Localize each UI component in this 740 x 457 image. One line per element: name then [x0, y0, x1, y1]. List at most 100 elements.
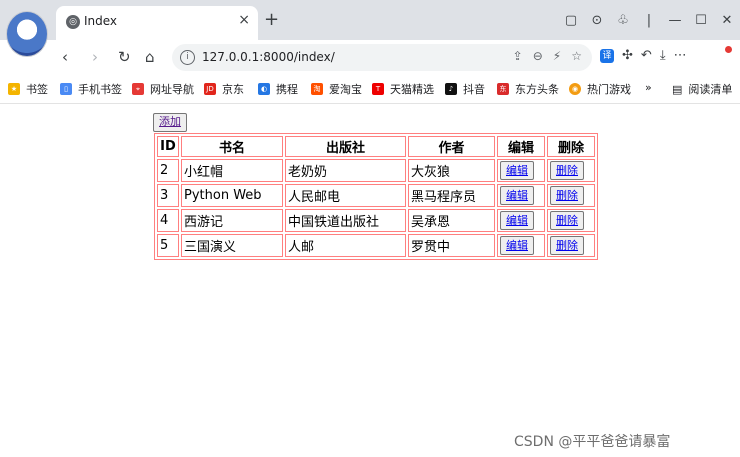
cell-delete: 删除 [547, 234, 595, 257]
bookmark-item[interactable]: T 天猫精选 [372, 81, 434, 97]
shirt-icon[interactable]: ♧ [610, 13, 636, 28]
cell-edit: 编辑 [497, 159, 545, 182]
tab-strip: ◎ Index × + ▢ ⊙ ♧ | — ☐ ✕ [0, 0, 740, 40]
tab-title: Index [84, 14, 118, 28]
site-info-icon[interactable]: i [180, 50, 195, 65]
table-row: 2 小红帽 老奶奶 大灰狼 编辑 删除 [157, 159, 595, 182]
delete-button[interactable]: 删除 [550, 186, 584, 205]
cell-publisher: 人民邮电 [285, 184, 406, 207]
more-bookmarks-button[interactable]: » [645, 81, 652, 94]
bookmark-item[interactable]: ▯ 手机书签 [60, 81, 122, 97]
books-table: ID 书名 出版社 作者 编辑 删除 2 小红帽 老奶奶 大灰狼 编辑 删除 3… [154, 133, 598, 260]
edit-button[interactable]: 编辑 [500, 161, 534, 180]
cell-delete: 删除 [547, 159, 595, 182]
taobao-icon: 淘 [311, 83, 323, 95]
home-icon[interactable]: ⌂ [145, 48, 155, 66]
cell-edit: 编辑 [497, 209, 545, 232]
back-icon[interactable]: ‹ [62, 48, 68, 66]
game-icon: ◉ [569, 83, 581, 95]
extensions-icon[interactable]: ✣ [622, 48, 633, 63]
bolt-icon[interactable]: ⚡ [553, 49, 561, 63]
bookmark-item[interactable]: ♪ 抖音 [445, 81, 485, 97]
download-icon[interactable]: ⤓ [660, 48, 666, 63]
cell-edit: 编辑 [497, 234, 545, 257]
undo-icon[interactable]: ↶ [641, 48, 652, 63]
url-text[interactable]: 127.0.0.1:8000/index/ [202, 50, 335, 64]
forward-icon[interactable]: › [92, 48, 98, 66]
table-header-row: ID 书名 出版社 作者 编辑 删除 [157, 136, 595, 157]
minimize-icon[interactable]: — [662, 13, 688, 28]
game-controller-icon[interactable]: ⊙ [584, 13, 610, 28]
navigation-icon: ⌖ [132, 83, 144, 95]
cell-publisher: 人邮 [285, 234, 406, 257]
delete-button[interactable]: 删除 [550, 211, 584, 230]
table-row: 3 Python Web 人民邮电 黑马程序员 编辑 删除 [157, 184, 595, 207]
edit-button[interactable]: 编辑 [500, 186, 534, 205]
delete-button[interactable]: 删除 [550, 236, 584, 255]
header-edit: 编辑 [497, 136, 545, 157]
active-tab[interactable]: ◎ Index × [56, 6, 258, 40]
cell-author: 黑马程序员 [408, 184, 495, 207]
ctrip-icon: ◐ [258, 83, 270, 95]
tab-search-icon[interactable]: ▢ [558, 13, 584, 28]
menu-icon[interactable]: ⋯ [674, 48, 687, 63]
cell-id: 4 [157, 209, 179, 232]
address-bar[interactable]: i 127.0.0.1:8000/index/ ⇪ ⊖ ⚡ ☆ [172, 44, 592, 71]
phone-icon: ▯ [60, 83, 72, 95]
jd-icon: JD [204, 83, 216, 95]
bookmark-star-icon[interactable]: ☆ [571, 49, 582, 63]
page-content: 添加 ID 书名 出版社 作者 编辑 删除 2 小红帽 老奶奶 大灰狼 编辑 删… [0, 105, 740, 457]
reload-icon[interactable]: ↻ [118, 48, 131, 66]
browser-toolbar: ‹ › ↻ ⌂ i 127.0.0.1:8000/index/ ⇪ ⊖ ⚡ ☆ … [0, 40, 740, 74]
cell-edit: 编辑 [497, 184, 545, 207]
cell-name: Python Web [181, 184, 283, 207]
tmall-icon: T [372, 83, 384, 95]
cell-publisher: 老奶奶 [285, 159, 406, 182]
header-publisher: 出版社 [285, 136, 406, 157]
header-id: ID [157, 136, 179, 157]
cell-id: 2 [157, 159, 179, 182]
tab-close-icon[interactable]: × [238, 12, 250, 28]
toolbar-actions: 译 ✣ ↶ ⤓ ⋯ [600, 48, 687, 63]
bookmark-item[interactable]: ⌖ 网址导航 [132, 81, 194, 97]
bookmarks-bar: ★ 书签 ▯ 手机书签 ⌖ 网址导航 JD 京东 ◐ 携程 淘爱淘宝 T 天猫精选 ♪ 抖音 … [0, 74, 740, 104]
table-row: 4 西游记 中国铁道出版社 吴承恩 编辑 删除 [157, 209, 595, 232]
header-delete: 删除 [547, 136, 595, 157]
cell-name: 三国演义 [181, 234, 283, 257]
watermark: CSDN @平平爸爸请暴富 [514, 434, 671, 450]
cell-delete: 删除 [547, 184, 595, 207]
bookmark-item[interactable]: 淘爱淘宝 [311, 81, 362, 97]
maximize-icon[interactable]: ☐ [688, 13, 714, 28]
edit-button[interactable]: 编辑 [500, 236, 534, 255]
window-controls: ▢ ⊙ ♧ | — ☐ ✕ [558, 6, 740, 34]
cell-delete: 删除 [547, 209, 595, 232]
reading-list-icon: ▤ [672, 82, 683, 96]
translate-icon[interactable]: 译 [600, 48, 614, 63]
cell-name: 西游记 [181, 209, 283, 232]
cell-author: 大灰狼 [408, 159, 495, 182]
cell-publisher: 中国铁道出版社 [285, 209, 406, 232]
reading-list-button[interactable]: ▤ 阅读清单 [672, 81, 732, 97]
zoom-icon[interactable]: ⊖ [533, 49, 543, 63]
share-icon[interactable]: ⇪ [513, 49, 523, 63]
delete-button[interactable]: 删除 [550, 161, 584, 180]
cell-author: 罗贯中 [408, 234, 495, 257]
bookmark-item[interactable]: JD 京东 [204, 81, 244, 97]
star-icon: ★ [8, 83, 20, 95]
close-window-icon[interactable]: ✕ [714, 13, 740, 28]
douyin-icon: ♪ [445, 83, 457, 95]
toutiao-icon: 东 [497, 83, 509, 95]
profile-avatar[interactable] [6, 11, 48, 57]
address-bar-actions: ⇪ ⊖ ⚡ ☆ [513, 49, 582, 63]
bookmark-item[interactable]: 东东方头条 [497, 81, 559, 97]
new-tab-button[interactable]: + [264, 10, 279, 30]
cell-id: 3 [157, 184, 179, 207]
bookmark-item[interactable]: ◐ 携程 [258, 81, 298, 97]
site-favicon-icon: ◎ [66, 15, 80, 29]
bookmark-item[interactable]: ◉ 热门游戏 [569, 81, 631, 97]
header-name: 书名 [181, 136, 283, 157]
add-button[interactable]: 添加 [153, 113, 187, 132]
header-author: 作者 [408, 136, 495, 157]
bookmark-item[interactable]: ★ 书签 [8, 81, 48, 97]
edit-button[interactable]: 编辑 [500, 211, 534, 230]
